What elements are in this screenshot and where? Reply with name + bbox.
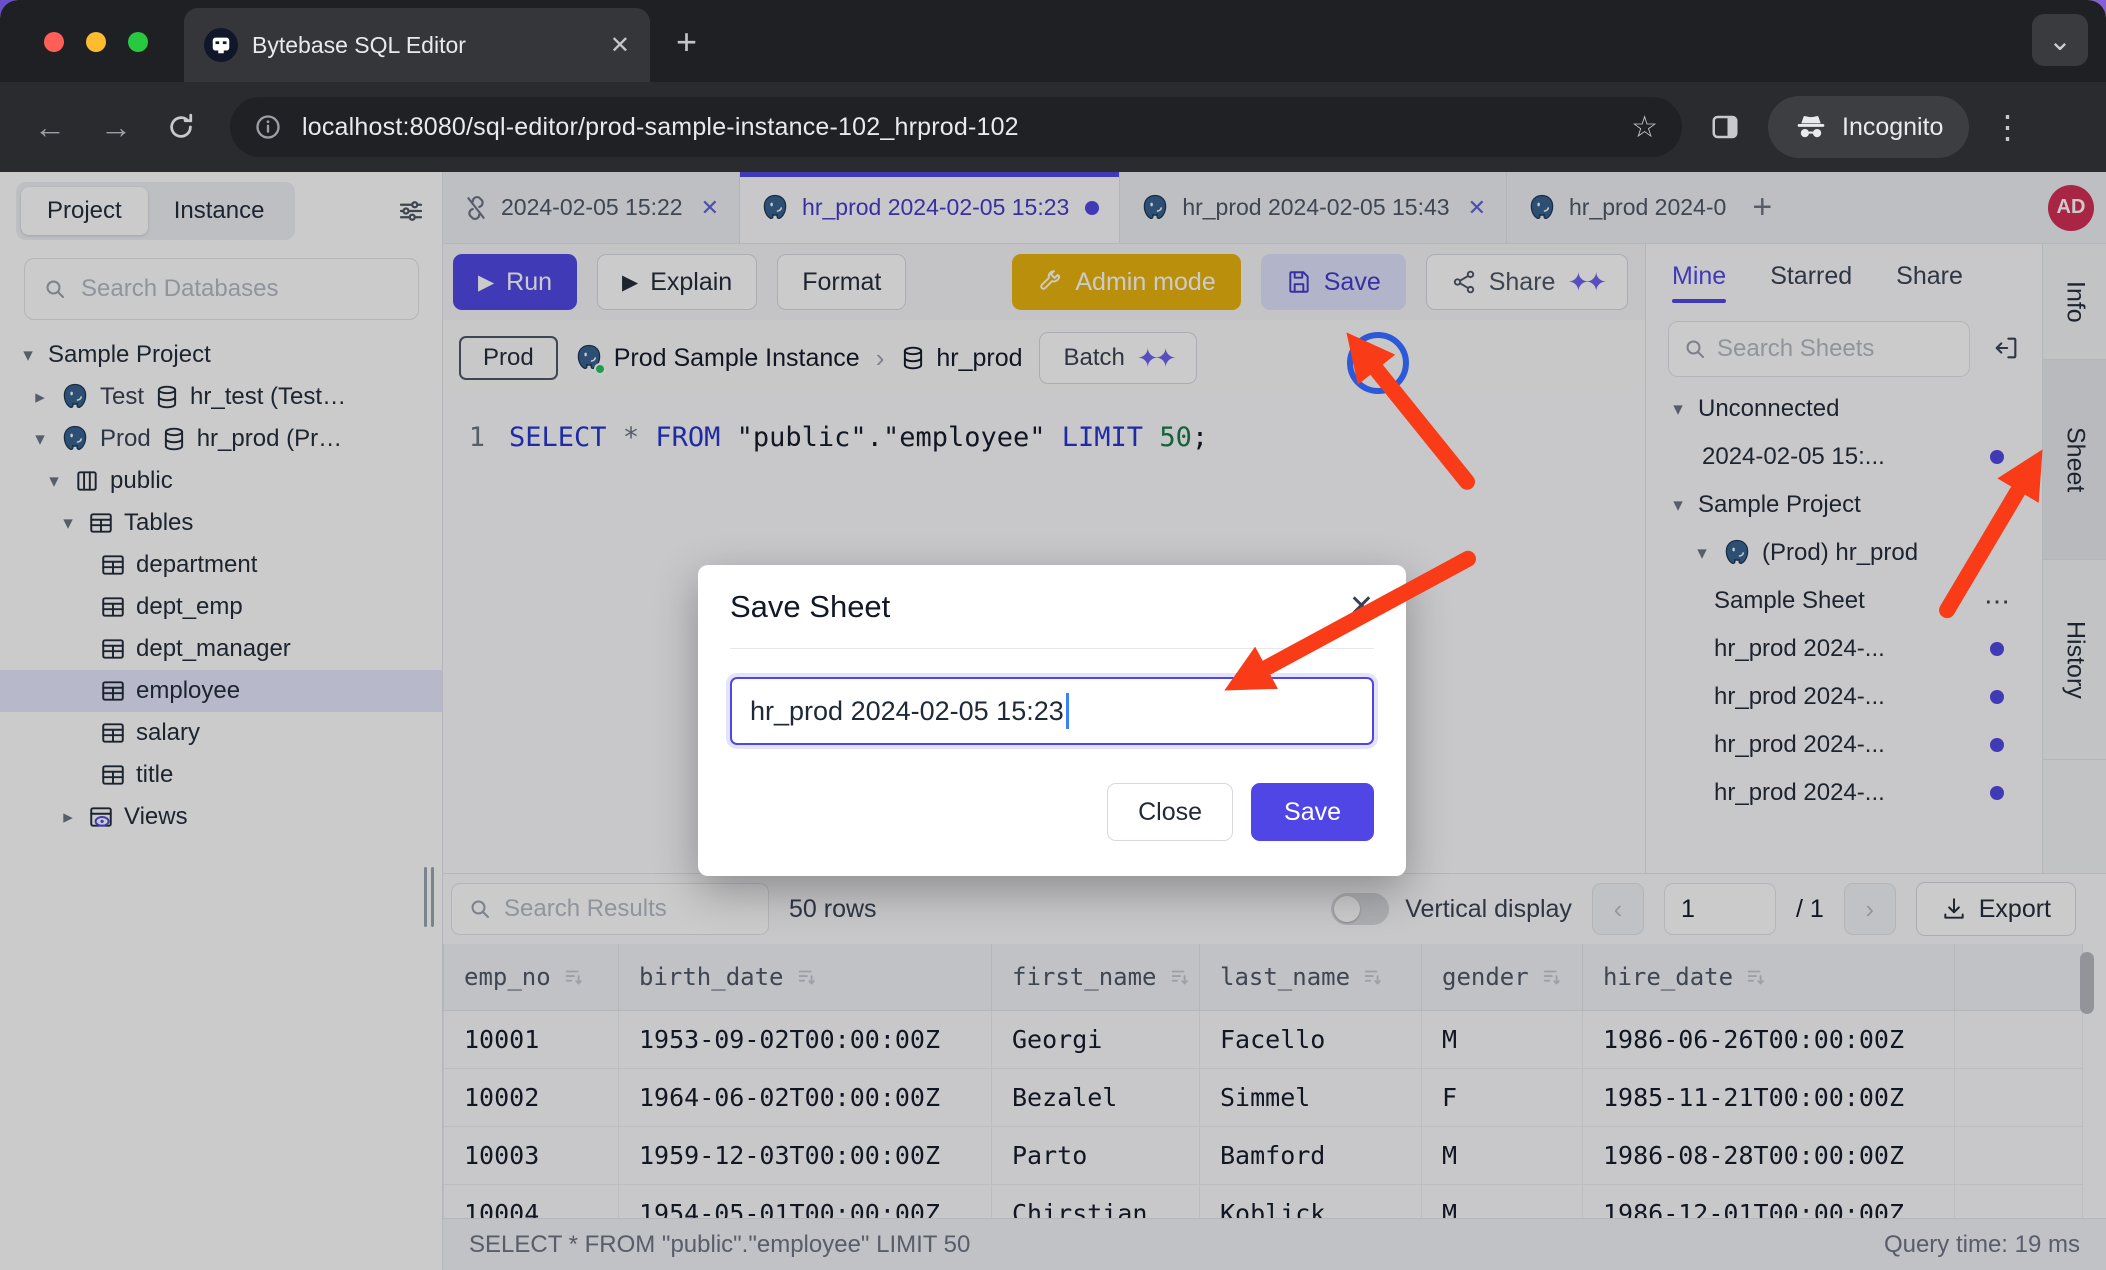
browser-tab-bar: Bytebase SQL Editor ✕ + ⌄ xyxy=(0,0,2106,82)
sheet-name-value: hr_prod 2024-02-05 15:23 xyxy=(750,696,1064,727)
tab-search-button[interactable]: ⌄ xyxy=(2032,14,2088,66)
browser-window: Bytebase SQL Editor ✕ + ⌄ ← → localhost:… xyxy=(0,0,2106,1270)
browser-menu-icon[interactable]: ⋮ xyxy=(1991,108,2023,146)
traffic-lights xyxy=(44,32,148,52)
forward-icon[interactable]: → xyxy=(100,109,132,146)
browser-tab-title: Bytebase SQL Editor xyxy=(252,32,466,59)
bookmark-star-icon[interactable]: ☆ xyxy=(1631,110,1658,145)
info-icon[interactable] xyxy=(254,113,282,141)
url-text[interactable]: localhost:8080/sql-editor/prod-sample-in… xyxy=(302,113,1611,142)
zoom-window-button[interactable] xyxy=(128,32,148,52)
new-tab-button[interactable]: + xyxy=(676,24,697,60)
reload-icon[interactable] xyxy=(166,112,196,142)
sheet-name-input[interactable]: hr_prod 2024-02-05 15:23 xyxy=(730,677,1374,745)
close-icon[interactable]: ✕ xyxy=(1349,589,1374,624)
bytebase-favicon xyxy=(204,28,238,62)
close-window-button[interactable] xyxy=(44,32,64,52)
close-tab-icon[interactable]: ✕ xyxy=(610,31,630,60)
browser-toolbar: ← → localhost:8080/sql-editor/prod-sampl… xyxy=(0,82,2106,172)
back-icon[interactable]: ← xyxy=(34,109,66,146)
incognito-badge: Incognito xyxy=(1768,96,1969,158)
minimize-window-button[interactable] xyxy=(86,32,106,52)
incognito-label: Incognito xyxy=(1842,113,1943,142)
address-bar[interactable]: localhost:8080/sql-editor/prod-sample-in… xyxy=(230,97,1682,157)
bytebase-app: Project Instance ▾ Sample Project ▸ Test xyxy=(0,172,2106,1270)
text-caret xyxy=(1066,693,1069,729)
dialog-title: Save Sheet xyxy=(730,589,890,625)
dialog-save-button[interactable]: Save xyxy=(1251,783,1374,841)
incognito-icon xyxy=(1794,112,1828,142)
save-sheet-dialog: Save Sheet ✕ hr_prod 2024-02-05 15:23 Cl… xyxy=(698,565,1406,876)
browser-tab[interactable]: Bytebase SQL Editor ✕ xyxy=(184,8,650,82)
close-button[interactable]: Close xyxy=(1107,783,1233,841)
side-panel-icon[interactable] xyxy=(1710,112,1740,142)
